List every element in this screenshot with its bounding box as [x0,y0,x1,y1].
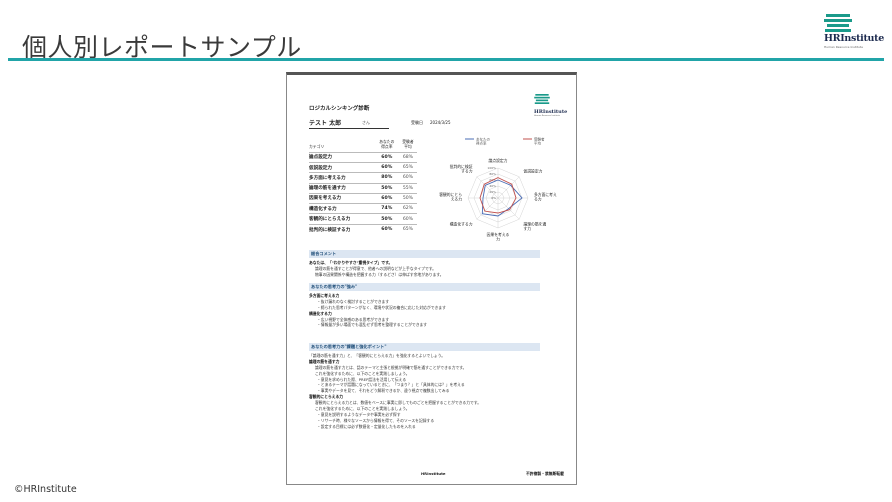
score-average: 50% [398,192,417,204]
copyright: ©HRInstitute [14,484,77,495]
section-summary-lines: あなたは、「"わかりやすさ"重視タイプ」です。 論理の筋を通すことが得意で、他者へ… [309,260,540,278]
col-your-score-line2: 得点率 [381,144,393,150]
radar-axis-label: 力 [496,237,500,242]
radar-legend-label: 受験者 [534,136,545,141]
radar-axis-label: る力 [534,196,542,201]
score-average: 65% [398,161,417,173]
score-category: 論点設定力 [309,151,375,163]
examinee-name: テスト 太郎 [309,118,389,129]
score-row: 論理の筋を通す力 50% 55% [309,182,417,194]
score-yours: 60% [374,223,399,235]
radar-axis-label: 論点設定力 [489,158,508,163]
score-category: 仮説設定力 [309,161,375,173]
score-average: 60% [398,172,417,184]
radar-axis-label: える力 [451,196,462,201]
logo-subtitle: Human Resource Institute [824,45,863,49]
section-strengths-head: あなたの思考力の"強み" [309,283,540,291]
score-table: カテゴリ あなたの 得点率 受験者 平均 論点設定力 60% 68% 仮説設定力 60%… [309,139,417,235]
radar-tick-label: 40% [489,184,496,188]
section-text-line: ・情報量が多い場面でも混乱せず思考を整理することができます [317,322,428,328]
score-row: 客観的にとらえる力 50% 60% [309,213,417,225]
report-footer-notice: 不許複製・禁無断転載 [526,471,564,476]
radar-axis-label: する力 [461,169,473,174]
score-category: 多方面に考える力 [309,172,375,184]
col-category: カテゴリ [309,144,325,150]
exam-date-label: 受験日 [411,120,423,125]
title-underline [8,58,884,61]
report-logo: HRInstitute Human Resource Institute [534,89,567,117]
score-yours: 60% [374,161,399,173]
score-row: 多方面に考える力 80% 60% [309,172,417,184]
score-category: 客観的にとらえる力 [309,213,375,225]
score-average: 68% [398,151,417,163]
radar-axis-label: す力 [523,226,531,231]
section-strengths-lines: 多方面に考える力 ・抜け漏れのなく検討することができます ・締られた思考パターンがな… [309,293,540,328]
col-your-score: あなたの 得点率 [375,139,399,152]
section-challenges: あなたの思考力の"課題と強化ポイント" 「論理の筋を通す力」と、「客観的にとらえ… [309,343,540,429]
score-rows: 論点設定力 60% 68% 仮説設定力 60% 65% 多方面に考える力 80% 60% 論理の筋… [309,151,417,235]
section-strengths: あなたの思考力の"強み" 多方面に考える力 ・抜け漏れのなく検討することができます… [309,283,540,328]
score-yours: 60% [374,192,399,204]
score-row: 仮説設定力 60% 65% [309,161,417,173]
radar-chart: 100%80%60%40%20%0%論点設定力仮説設定力多方面に考える力論理の筋… [439,136,557,242]
score-yours: 50% [374,182,399,194]
section-text-line: ・設定する目標には必ず数値化・定量化したものを入れる [317,423,416,429]
report-page: ロジカルシンキング診断 HRInstitute Human Resource I… [286,72,577,485]
score-average: 65% [398,223,417,235]
section-summary-head: 総合コメント [309,250,540,258]
exam-date-value: 2024/3/25 [430,120,451,125]
score-yours: 50% [374,213,399,225]
col-average-line2: 平均 [404,144,412,150]
score-average: 62% [398,203,417,214]
report-title: ロジカルシンキング診断 [309,106,370,112]
score-average: 55% [398,182,417,194]
score-category: 批判的に検証する力 [309,223,375,235]
section-text-line: 物事の因果関係や構造を把握する力（するどさ）は伸ばす余地があります。 [315,271,444,277]
report-footer-brand: HRInstitute [421,471,446,476]
radar-tick-label: 0% [491,196,496,200]
hrinstitute-logo: HRInstitute Human Resource Institute [824,14,884,49]
report-logo-subtitle: Human Resource Institute [534,115,560,117]
logo-bars-icon [824,14,852,32]
radar-legend-label: あなたの [476,136,490,141]
section-challenges-lines: 「論理の筋を通す力」と、「客観的にとらえる力」を強化するとよいでしょう。 論理の筋… [309,353,540,429]
radar-legend-label: 平均 [534,141,542,146]
section-challenges-head: あなたの思考力の"課題と強化ポイント" [309,343,540,351]
score-row: 批判的に検証する力 60% 65% [309,223,417,235]
section-summary: 総合コメント あなたは、「"わかりやすさ"重視タイプ」です。 論理の筋を通すことが… [309,250,540,278]
score-average: 60% [398,213,417,225]
radar-tick-label: 20% [489,190,496,194]
logo-brand: HRInstitute [824,33,884,44]
radar-axis-label: 仮説設定力 [523,169,542,174]
score-row: 構造化する力 74% 62% [309,203,417,214]
radar-tick-label: 80% [489,172,496,176]
score-row: 因果を考える力 60% 50% [309,192,417,204]
score-row: 論点設定力 60% 68% [309,151,417,163]
radar-axis-label: 構造化する力 [450,221,473,226]
score-yours: 74% [374,203,399,214]
col-average: 受験者 平均 [399,139,417,152]
score-yours: 80% [374,172,399,184]
score-category: 構造化する力 [309,203,375,214]
score-category: 論理の筋を通す力 [309,182,375,194]
radar-tick-label: 100% [487,166,496,170]
score-category: 因果を考える力 [309,192,375,204]
radar-legend-label: 得点率 [476,141,487,146]
score-yours: 60% [374,151,399,163]
report-logo-bars-icon [534,94,550,104]
name-suffix: さん [362,120,370,125]
